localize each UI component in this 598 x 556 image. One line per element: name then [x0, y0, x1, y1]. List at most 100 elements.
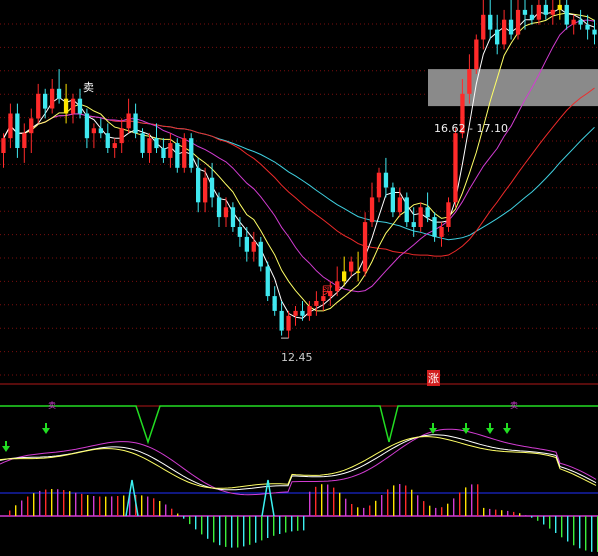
histogram-bar: [33, 493, 35, 516]
histogram-bar: [393, 485, 395, 516]
histogram-bar: [225, 516, 227, 547]
candle-body: [98, 128, 103, 134]
candle-body: [216, 197, 222, 218]
candle-body: [425, 207, 430, 218]
histogram-bar: [51, 489, 53, 516]
candle-body: [550, 9, 555, 15]
candle-body: [557, 4, 562, 10]
histogram-bar: [339, 492, 341, 516]
histogram-bar: [81, 493, 83, 516]
sell-marker-2: 卖: [48, 401, 56, 410]
histogram-bar: [231, 516, 233, 548]
candle-body: [36, 93, 41, 119]
histogram-bar: [99, 496, 101, 516]
candle-body: [300, 310, 305, 316]
histogram-bar: [333, 487, 335, 516]
histogram-bar: [123, 495, 125, 516]
buy-marker: 买: [322, 284, 333, 297]
candle-body: [481, 14, 486, 40]
candle-body: [50, 88, 55, 109]
histogram-bar: [561, 516, 563, 538]
histogram-bar: [411, 489, 413, 516]
candle-body: [495, 29, 500, 45]
candle-body: [91, 128, 96, 134]
candle-body: [349, 261, 354, 272]
histogram-bar: [309, 491, 311, 516]
histogram-bar: [441, 507, 443, 516]
candle-body: [133, 113, 138, 134]
candle-body: [265, 266, 270, 297]
histogram-bar: [249, 516, 251, 545]
candle-body: [585, 24, 590, 30]
candle-body: [22, 133, 27, 148]
candle-body: [147, 138, 152, 153]
candle-body: [279, 310, 284, 331]
histogram-bar: [39, 490, 41, 516]
candle-body: [446, 202, 451, 227]
histogram-bar: [423, 501, 425, 516]
histogram-bar: [195, 516, 197, 530]
histogram-bar: [69, 491, 71, 516]
candle-body: [578, 19, 583, 25]
candle-body: [411, 222, 416, 227]
histogram-bar: [435, 507, 437, 516]
histogram-bar: [555, 516, 557, 533]
rise-marker: 涨: [427, 370, 440, 386]
candle-body: [404, 197, 409, 223]
histogram-bar: [201, 516, 203, 535]
histogram-bar: [327, 484, 329, 516]
candle-body: [467, 69, 472, 94]
candle-body: [314, 301, 319, 306]
candle-body: [355, 271, 361, 273]
histogram-bar: [375, 500, 377, 516]
histogram-bar: [399, 484, 401, 516]
candle-body: [77, 98, 83, 114]
histogram-bar: [351, 504, 353, 516]
candle-body: [105, 133, 110, 148]
histogram-bar: [363, 507, 365, 516]
histogram-bar: [429, 505, 431, 516]
histogram-bar: [57, 489, 59, 516]
histogram-bar: [369, 505, 371, 516]
candle-body: [8, 113, 13, 139]
histogram-bar: [267, 516, 269, 538]
candle-body: [383, 172, 389, 188]
candle-body: [29, 118, 34, 134]
candle-body: [154, 138, 159, 149]
histogram-bar: [549, 516, 551, 529]
histogram-bar: [477, 484, 479, 516]
candle-body: [335, 281, 340, 292]
histogram-bar: [63, 490, 65, 516]
histogram-bar: [573, 516, 575, 546]
sell-marker-3: 卖: [510, 401, 518, 410]
histogram-bar: [87, 495, 89, 516]
histogram-bar: [513, 511, 515, 516]
histogram-bar: [405, 485, 407, 516]
candle-body: [182, 138, 187, 168]
candle-body: [529, 14, 535, 20]
histogram-bar: [507, 510, 509, 516]
candle-body: [84, 113, 90, 139]
osc-line-magenta: [0, 428, 597, 496]
ma-mid-line: [3, 12, 595, 312]
histogram-bar: [357, 507, 359, 516]
low-price-label: 12.45: [281, 351, 313, 364]
candle-body: [272, 296, 277, 311]
candle-body: [63, 98, 69, 114]
histogram-bar: [159, 501, 161, 516]
histogram-bar: [447, 503, 449, 516]
histogram-bar: [303, 516, 305, 531]
candle-body: [168, 143, 173, 158]
histogram-bar: [219, 516, 221, 546]
candle-body: [258, 241, 263, 267]
candle-body: [362, 222, 368, 272]
histogram-bar: [585, 516, 587, 551]
histogram-bar: [213, 516, 215, 543]
candle-body: [474, 39, 479, 70]
histogram-bar: [381, 495, 383, 516]
histogram-bar: [117, 496, 119, 516]
range-box-label: 16.62 - 17.10: [434, 122, 508, 135]
histogram-bar: [531, 516, 533, 518]
candle-body: [1, 138, 6, 153]
candle-body: [418, 207, 423, 227]
